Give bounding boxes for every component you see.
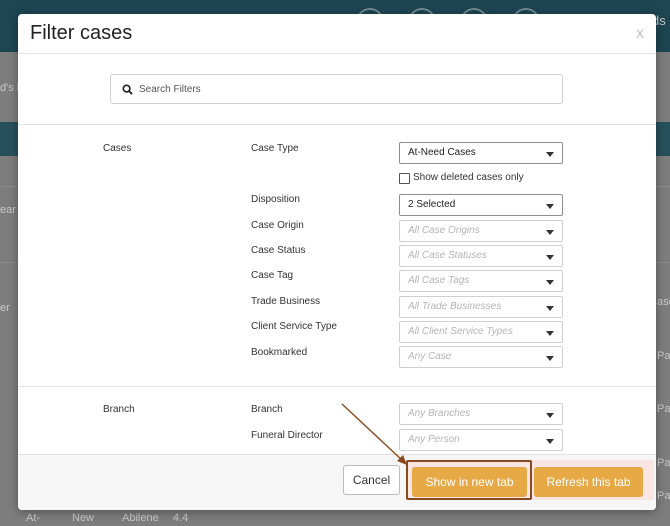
- case-status-select[interactable]: All Case Statuses: [399, 245, 563, 267]
- trade-business-label: Trade Business: [251, 296, 321, 307]
- chevron-down-icon: [546, 306, 554, 311]
- case-type-select[interactable]: At-Need Cases: [399, 142, 563, 164]
- bookmarked-value: Any Case: [408, 351, 452, 362]
- bg-text: New: [72, 512, 95, 524]
- section-label-cases: Cases: [103, 143, 132, 154]
- chevron-down-icon: [546, 280, 554, 285]
- case-tag-label: Case Tag: [251, 270, 294, 281]
- section-divider: [18, 124, 656, 125]
- bg-text: Abilene: [122, 512, 159, 524]
- search-icon: [122, 84, 133, 95]
- bg-text: er: [0, 302, 10, 314]
- bg-text: Passa: [657, 457, 670, 469]
- chevron-down-icon: [546, 356, 554, 361]
- client-service-type-select[interactable]: All Client Service Types: [399, 321, 563, 343]
- bg-text: Passa: [657, 403, 670, 415]
- chevron-down-icon: [546, 331, 554, 336]
- branch-select[interactable]: Any Branches: [399, 403, 563, 425]
- section-divider: [18, 386, 656, 387]
- funeral-director-select[interactable]: Any Person: [399, 429, 563, 451]
- branch-label: Branch: [251, 404, 283, 415]
- disposition-label: Disposition: [251, 194, 300, 205]
- modal-header: Filter cases x: [18, 14, 656, 54]
- bg-text: At-: [26, 512, 41, 524]
- chevron-down-icon: [546, 230, 554, 235]
- filter-cases-modal: Filter cases x Cases Case Type At-Need C…: [18, 14, 656, 510]
- bg-text: d's l: [0, 82, 20, 94]
- bg-text: 4.4: [173, 512, 189, 524]
- client-service-type-label: Client Service Type: [251, 321, 337, 332]
- bg-text: ear: [0, 204, 16, 216]
- bg-text: Passa: [657, 490, 670, 502]
- case-origin-select[interactable]: All Case Origins: [399, 220, 563, 242]
- case-origin-value: All Case Origins: [408, 225, 480, 236]
- chevron-down-icon: [546, 413, 554, 418]
- trade-business-select[interactable]: All Trade Businesses: [399, 296, 563, 318]
- disposition-value: 2 Selected: [408, 199, 456, 210]
- show-in-new-tab-button[interactable]: Show in new tab: [412, 467, 527, 497]
- bookmarked-label: Bookmarked: [251, 347, 308, 358]
- close-button[interactable]: x: [636, 25, 644, 43]
- show-deleted-label: Show deleted cases only: [413, 172, 524, 183]
- case-type-label: Case Type: [251, 143, 299, 154]
- funeral-director-value: Any Person: [408, 434, 460, 445]
- client-service-type-value: All Client Service Types: [408, 326, 513, 337]
- case-type-value: At-Need Cases: [408, 147, 476, 158]
- chevron-down-icon: [546, 439, 554, 444]
- case-origin-label: Case Origin: [251, 220, 304, 231]
- chevron-down-icon: [546, 204, 554, 209]
- branch-value: Any Branches: [408, 408, 471, 419]
- bg-text: Passa: [657, 350, 670, 362]
- disposition-select[interactable]: 2 Selected: [399, 194, 563, 216]
- search-filters-box[interactable]: [110, 74, 563, 104]
- chevron-down-icon: [546, 152, 554, 157]
- case-status-label: Case Status: [251, 245, 306, 256]
- case-status-value: All Case Statuses: [408, 250, 487, 261]
- funeral-director-label: Funeral Director: [251, 430, 323, 441]
- trade-business-value: All Trade Businesses: [408, 301, 502, 312]
- bg-text: ase: [657, 296, 670, 308]
- modal-footer: Cancel Show in new tab Refresh this tab: [18, 454, 656, 510]
- section-label-branch: Branch: [103, 404, 135, 415]
- case-tag-value: All Case Tags: [408, 275, 470, 286]
- case-tag-select[interactable]: All Case Tags: [399, 270, 563, 292]
- refresh-this-tab-button[interactable]: Refresh this tab: [534, 467, 643, 497]
- bookmarked-select[interactable]: Any Case: [399, 346, 563, 368]
- modal-title: Filter cases: [30, 22, 133, 44]
- cancel-button[interactable]: Cancel: [343, 465, 400, 495]
- chevron-down-icon: [546, 255, 554, 260]
- checkbox-box[interactable]: [399, 173, 410, 184]
- search-input[interactable]: [139, 79, 554, 99]
